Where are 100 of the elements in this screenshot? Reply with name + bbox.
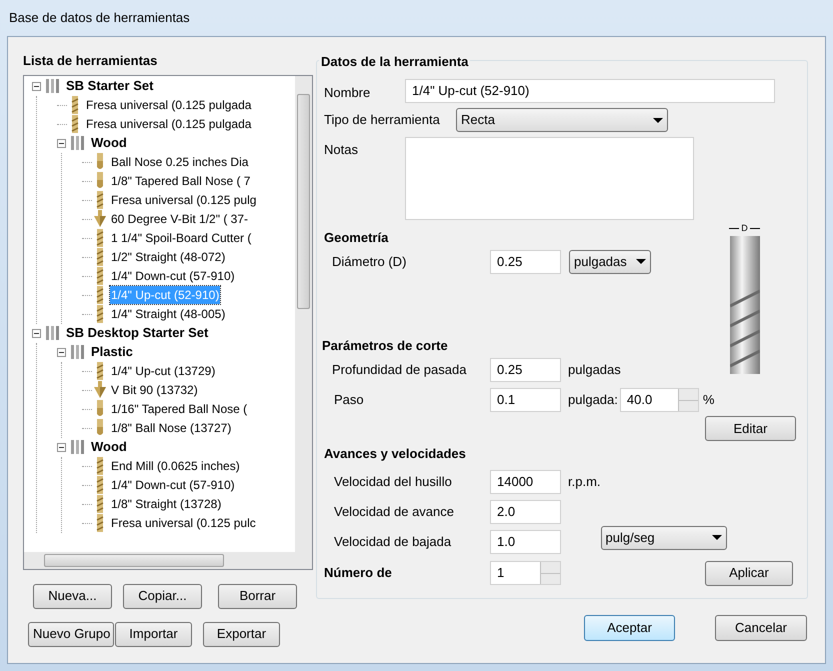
action-button[interactable]: Nueva... — [33, 584, 112, 608]
end-mill-icon — [69, 96, 81, 114]
feed-rate-field[interactable]: 2.0 — [490, 500, 561, 524]
plunge-rate-field[interactable]: 1.0 — [490, 530, 561, 554]
end-mill-icon — [94, 248, 106, 266]
end-mill-icon — [94, 286, 106, 304]
end-mill-icon — [94, 191, 106, 209]
end-mill-icon — [94, 305, 106, 323]
tree-item[interactable]: 1 1/4" Spoil-Board Cutter ( — [110, 229, 252, 247]
spin-field[interactable]: 40.0 — [620, 388, 699, 412]
cancel-button[interactable]: Cancelar — [715, 615, 807, 641]
diameter-field[interactable]: 0.25 — [490, 250, 561, 274]
end-mill-icon — [94, 229, 106, 247]
tree-item[interactable]: 1/8" Ball Nose (13727) — [110, 419, 232, 437]
stepover-field[interactable]: 0.1 — [490, 388, 561, 412]
tree-group-label[interactable]: SB Desktop Starter Set — [66, 323, 208, 343]
tree-item[interactable]: Fresa universal (0.125 pulgada — [85, 115, 252, 133]
section-title: Avances y velocidades — [324, 445, 467, 463]
collapse-toggle[interactable] — [32, 82, 41, 90]
tree-item[interactable]: Fresa universal (0.125 pulg — [110, 191, 258, 209]
tree-item[interactable]: 1/8" Tapered Ball Nose ( 7 — [110, 172, 252, 190]
field-label: Diámetro (D) — [332, 252, 408, 271]
scrollbar-thumb[interactable] — [44, 554, 224, 566]
action-button[interactable]: Borrar — [218, 584, 297, 608]
tree-group-label[interactable]: Wood — [91, 133, 127, 153]
tree-item[interactable]: 1/4" Down-cut (57-910) — [110, 476, 236, 494]
end-mill-icon — [94, 514, 106, 532]
tree-group-label[interactable]: Wood — [91, 437, 127, 457]
collapse-toggle[interactable] — [57, 138, 66, 148]
action-button[interactable]: Nuevo Grupo — [28, 622, 114, 646]
vertical-scrollbar[interactable] — [295, 76, 312, 552]
tree-item[interactable]: Fresa universal (0.125 pulgada — [85, 96, 252, 114]
action-button[interactable]: Exportar — [203, 622, 280, 646]
notes-field[interactable] — [405, 137, 694, 220]
v-bit-icon — [94, 210, 106, 228]
field-label: Velocidad de bajada — [334, 532, 452, 551]
tree-group-label[interactable]: SB Starter Set — [66, 76, 154, 96]
tree-item[interactable]: 1/4" Straight (48-005) — [110, 305, 226, 323]
dropdown-arrow-icon — [636, 259, 646, 264]
ball-nose-bit-icon — [94, 153, 106, 171]
edit-button[interactable]: Editar — [705, 416, 796, 441]
scrollbar-thumb[interactable] — [297, 94, 310, 308]
unit-label: pulgada: — [568, 391, 618, 410]
spin-field[interactable]: 1 — [490, 561, 561, 585]
collapse-toggle[interactable] — [32, 328, 41, 338]
collapse-toggle[interactable] — [57, 348, 66, 356]
ball-nose-bit-icon — [94, 172, 106, 190]
field-label: Velocidad del husillo — [334, 472, 453, 491]
section-title: Geometría — [324, 229, 390, 247]
tree-item[interactable]: 1/2" Straight (48-072) — [110, 248, 226, 266]
dropdown[interactable]: pulgadas — [569, 250, 651, 274]
end-mill-icon — [94, 457, 106, 475]
v-bit-icon — [94, 381, 106, 399]
tree-item[interactable]: 1/8" Straight (13728) — [110, 495, 222, 513]
tree-item[interactable]: Fresa universal (0.125 pulc — [110, 514, 257, 532]
tree-item[interactable]: 60 Degree V-Bit 1/2" ( 37- — [110, 210, 249, 228]
dropdown-arrow-icon — [653, 118, 663, 122]
unit-label: r.p.m. — [568, 472, 601, 491]
name-field[interactable]: 1/4" Up-cut (52-910) — [405, 79, 775, 103]
dimension-label: D — [740, 222, 749, 235]
unit-label: % — [702, 391, 714, 410]
end-mill-icon — [69, 115, 81, 133]
ball-nose-bit-icon — [94, 419, 106, 437]
end-mill-icon — [94, 267, 106, 285]
collapse-toggle[interactable] — [57, 442, 66, 452]
depth-field[interactable]: 0.25 — [490, 358, 561, 382]
spin-buttons[interactable] — [540, 562, 560, 584]
field-label: Número de — [324, 564, 393, 582]
tool-group-icon — [44, 324, 62, 342]
apply-button[interactable]: Aplicar — [705, 560, 793, 586]
action-button[interactable]: Copiar... — [123, 584, 202, 608]
field-label: Nombre — [324, 84, 372, 102]
dropdown[interactable]: Recta — [456, 108, 668, 132]
action-button[interactable]: Importar — [115, 622, 192, 646]
tree-item[interactable]: V Bit 90 (13732) — [110, 381, 199, 399]
dropdown[interactable]: pulg/seg — [600, 526, 727, 550]
tool-group-icon — [69, 134, 87, 152]
field-label: Velocidad de avance — [334, 502, 455, 521]
tree-group-label[interactable]: Plastic — [91, 342, 133, 362]
window-title: Base de datos de herramientas — [9, 9, 190, 28]
dropdown-arrow-icon — [712, 535, 722, 540]
tree-item[interactable]: 1/4" Up-cut (13729) — [110, 362, 216, 380]
tree-item[interactable]: 1/16" Tapered Ball Nose ( — [110, 400, 248, 418]
unit-label: pulgadas — [568, 361, 621, 380]
spindle-field[interactable]: 14000 — [490, 470, 561, 494]
ok-button[interactable]: Aceptar — [584, 615, 675, 641]
tree-item[interactable]: End Mill (0.0625 inches) — [110, 457, 241, 475]
field-label: Tipo de herramienta — [324, 111, 441, 130]
section-title: Parámetros de corte — [322, 336, 449, 354]
spin-buttons[interactable] — [678, 389, 698, 411]
tool-group-icon — [69, 343, 87, 361]
end-mill-icon — [94, 495, 106, 513]
tree-item[interactable]: Ball Nose 0.25 inches Dia — [110, 153, 250, 171]
tool-group-icon — [44, 77, 62, 95]
field-label: Notas — [324, 141, 359, 159]
end-mill-icon — [94, 476, 106, 494]
tree-item[interactable]: 1/4" Down-cut (57-910) — [110, 267, 236, 285]
panel-title: Lista de herramientas — [23, 52, 158, 70]
horizontal-scrollbar[interactable] — [24, 552, 312, 568]
ball-nose-bit-icon — [94, 400, 106, 418]
